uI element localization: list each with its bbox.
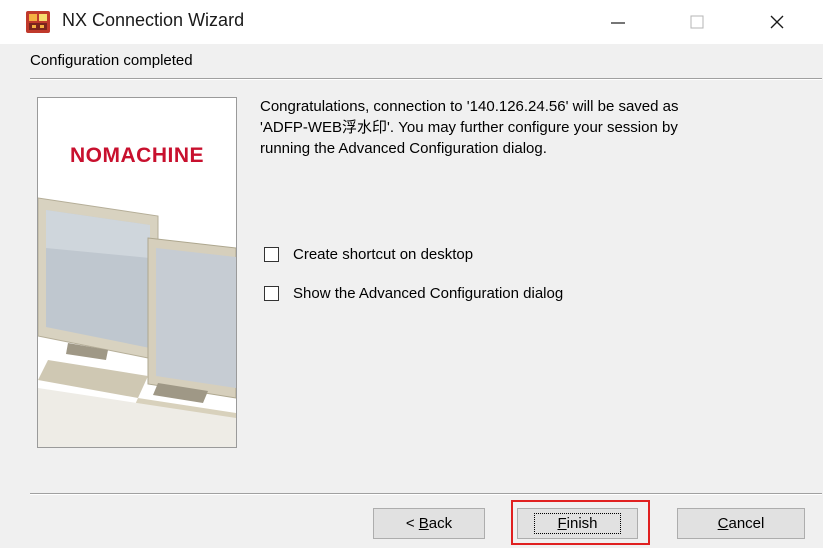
show-advanced-config-checkbox[interactable] — [264, 286, 279, 301]
create-shortcut-checkbox[interactable] — [264, 247, 279, 262]
side-banner-image: NOMACHINE — [37, 97, 237, 448]
cancel-accel: C — [717, 515, 729, 532]
footer-divider — [30, 493, 822, 495]
back-button[interactable]: < Back — [373, 508, 485, 539]
close-icon — [770, 15, 784, 29]
cancel-rest: ancel — [728, 515, 765, 532]
maximize-icon — [690, 15, 704, 29]
show-advanced-config-option[interactable]: Show the Advanced Configuration dialog — [264, 285, 563, 302]
maximize-button[interactable] — [666, 0, 728, 44]
message-line: Congratulations, connection to '140.126.… — [260, 98, 679, 115]
page-title: Configuration completed — [30, 52, 193, 69]
minimize-button[interactable] — [587, 0, 649, 44]
show-advanced-config-label: Show the Advanced Configuration dialog — [293, 285, 564, 302]
nx-connection-wizard-window: NX Connection Wizard Configuration compl… — [0, 0, 823, 548]
finish-focus-rect: Finish — [534, 513, 621, 534]
monitors-illustration — [38, 197, 236, 447]
completion-message: Congratulations, connection to '140.126.… — [260, 96, 760, 159]
minimize-icon — [611, 22, 625, 24]
window-title: NX Connection Wizard — [62, 10, 245, 30]
back-rest: ack — [428, 515, 453, 532]
nx-app-icon — [26, 11, 50, 33]
back-accel: B — [418, 515, 429, 532]
message-line: 'ADFP-WEB浮水印'. You may further configure… — [260, 119, 678, 136]
title-bar[interactable]: NX Connection Wizard — [0, 0, 823, 44]
create-shortcut-label: Create shortcut on desktop — [293, 246, 474, 263]
back-prefix: < — [405, 515, 419, 532]
close-button[interactable] — [746, 0, 808, 44]
finish-button[interactable]: Finish — [517, 508, 638, 539]
finish-rest: inish — [566, 515, 598, 532]
finish-accel: F — [557, 515, 567, 532]
header-divider — [30, 78, 822, 80]
create-shortcut-option[interactable]: Create shortcut on desktop — [264, 246, 473, 263]
message-line: running the Advanced Configuration dialo… — [260, 140, 547, 157]
cancel-button[interactable]: Cancel — [677, 508, 805, 539]
